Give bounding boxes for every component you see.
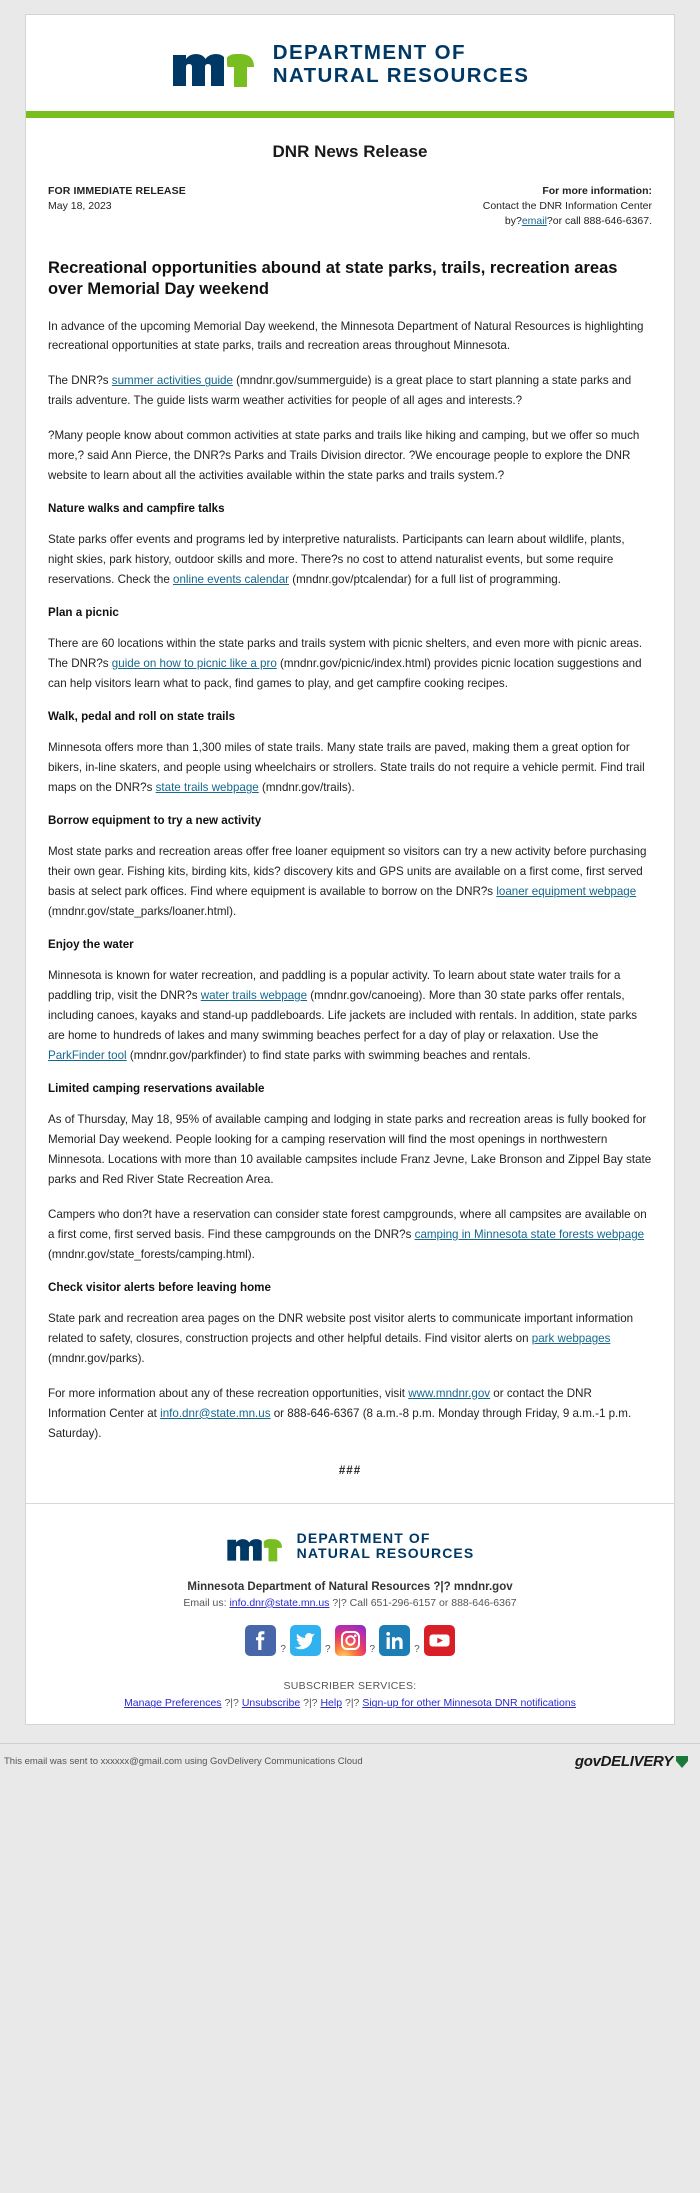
section-heading-borrow-equipment: Borrow equipment to try a new activity bbox=[48, 814, 262, 828]
section-body-borrow-equipment: Most state parks and recreation areas of… bbox=[48, 842, 652, 922]
wordmark-line-2: NATURAL RESOURCES bbox=[272, 64, 530, 87]
mn-dnr-logo-footer bbox=[227, 1538, 282, 1562]
link-separator-1: ?|? bbox=[224, 1697, 239, 1710]
footer-phone-text: ?|? Call 651-296-6157 or 888-646-6367 bbox=[332, 1596, 517, 1609]
state-forests-camping-link[interactable]: camping in Minnesota state forests webpa… bbox=[415, 1228, 644, 1241]
govdelivery-wordmark: govDELIVERY bbox=[574, 1753, 673, 1771]
more-information-label: For more information: bbox=[542, 185, 652, 197]
trails-text-b: (mndnr.gov/trails). bbox=[258, 781, 355, 795]
news-release-card: DEPARTMENT OF NATURAL RESOURCES DNR News… bbox=[25, 14, 675, 1503]
water-text-c: (mndnr.gov/parkfinder) to find state par… bbox=[126, 1049, 531, 1063]
footer-wordmark-line-2: NATURAL RESOURCES bbox=[296, 1545, 475, 1562]
quote-paragraph: ?Many people know about common activitie… bbox=[48, 429, 640, 483]
closing-text-a: For more information about any of these … bbox=[48, 1386, 409, 1400]
linkedin-icon[interactable] bbox=[379, 1624, 411, 1656]
release-date: May 18, 2023 bbox=[48, 200, 112, 213]
manage-preferences-link[interactable]: Manage Preferences bbox=[124, 1697, 221, 1709]
camping-paragraph-1: As of Thursday, May 18, 95% of available… bbox=[48, 1113, 652, 1187]
footer-wordmark: DEPARTMENT OF NATURAL RESOURCES bbox=[296, 1529, 475, 1562]
section-heading-plan-a-picnic: Plan a picnic bbox=[48, 606, 119, 620]
signup-notifications-link[interactable]: Sign-up for other Minnesota DNR notifica… bbox=[362, 1697, 576, 1709]
section-heading-visitor-alerts: Check visitor alerts before leaving home bbox=[48, 1280, 271, 1294]
intro-paragraph-1: In advance of the upcoming Memorial Day … bbox=[48, 319, 644, 353]
closing-paragraph: For more information about any of these … bbox=[48, 1384, 652, 1444]
twitter-icon[interactable] bbox=[289, 1624, 321, 1656]
section-heading-enjoy-the-water: Enjoy the water bbox=[48, 938, 134, 952]
social-separator-1: ? bbox=[280, 1643, 286, 1655]
alerts-text-b: (mndnr.gov/parks). bbox=[48, 1351, 145, 1365]
contact-email-line: by?email?or call 888-646-6367. bbox=[483, 214, 652, 229]
social-separator-2: ? bbox=[324, 1643, 331, 1655]
release-meta-right: For more information: Contact the DNR In… bbox=[483, 184, 652, 230]
social-separator-4: ? bbox=[414, 1643, 420, 1655]
contact-email-link[interactable]: email bbox=[522, 215, 547, 227]
footer-email-label: Email us: bbox=[183, 1596, 227, 1609]
contact-suffix: ?or call 888-646-6367. bbox=[546, 215, 652, 228]
intro-paragraph-2: The DNR?s summer activities guide (mndnr… bbox=[48, 371, 652, 411]
link-separator-2: ?|? bbox=[303, 1697, 318, 1710]
release-meta: FOR IMMEDIATE RELEASE May 18, 2023 For m… bbox=[26, 184, 674, 230]
facebook-icon[interactable] bbox=[245, 1624, 277, 1656]
parkfinder-tool-link[interactable]: ParkFinder tool bbox=[48, 1049, 127, 1062]
end-mark: ### bbox=[338, 1463, 362, 1477]
state-trails-webpage-link[interactable]: state trails webpage bbox=[156, 781, 259, 794]
immediate-release-label: FOR IMMEDIATE RELEASE bbox=[48, 185, 186, 197]
online-events-calendar-link[interactable]: online events calendar bbox=[173, 573, 289, 586]
unsubscribe-link[interactable]: Unsubscribe bbox=[242, 1697, 300, 1709]
sent-to-text: This email was sent to xxxxxx@gmail.com … bbox=[4, 1756, 363, 1768]
release-meta-left: FOR IMMEDIATE RELEASE May 18, 2023 bbox=[48, 184, 186, 214]
intro2-text-a: The DNR?s bbox=[48, 374, 112, 388]
park-webpages-link[interactable]: park webpages bbox=[532, 1332, 611, 1345]
email-page: DEPARTMENT OF NATURAL RESOURCES DNR News… bbox=[0, 14, 700, 1781]
instagram-icon[interactable] bbox=[334, 1624, 366, 1656]
section-heading-nature-walks: Nature walks and campfire talks bbox=[48, 502, 225, 516]
picnic-guide-link[interactable]: guide on how to picnic like a pro bbox=[112, 657, 277, 670]
brand-wordmark: DEPARTMENT OF NATURAL RESOURCES bbox=[272, 41, 530, 88]
footer-wordmark-line-1: DEPARTMENT OF bbox=[296, 1529, 431, 1546]
link-separator-3: ?|? bbox=[344, 1697, 360, 1710]
page-title: DNR News Release bbox=[272, 142, 428, 161]
section-body-state-trails: Minnesota offers more than 1,300 miles o… bbox=[48, 738, 652, 798]
footer-brand-lockup: DEPARTMENT OF NATURAL RESOURCES bbox=[26, 1504, 674, 1579]
social-links: ? ? ? ? bbox=[26, 1611, 674, 1674]
brand-lockup: DEPARTMENT OF NATURAL RESOURCES bbox=[26, 41, 674, 89]
subscriber-services: SUBSCRIBER SERVICES: Manage Preferences … bbox=[26, 1674, 674, 1715]
nature-text-b: (mndnr.gov/ptcalendar) for a full list o… bbox=[289, 573, 561, 587]
summer-activities-guide-link[interactable]: summer activities guide bbox=[112, 374, 233, 387]
footer-org-line: Minnesota Department of Natural Resource… bbox=[187, 1580, 513, 1593]
loaner-equipment-webpage-link[interactable]: loaner equipment webpage bbox=[496, 885, 636, 898]
release-body: Recreational opportunities abound at sta… bbox=[26, 258, 674, 1503]
loaner-text-b: (mndnr.gov/state_parks/loaner.html). bbox=[48, 905, 237, 919]
section-body-nature-walks: State parks offer events and programs le… bbox=[48, 530, 652, 590]
contact-prefix: by? bbox=[504, 215, 522, 228]
help-link[interactable]: Help bbox=[320, 1697, 342, 1709]
info-dnr-email-link[interactable]: info.dnr@state.mn.us bbox=[160, 1407, 270, 1420]
section-body-enjoy-the-water: Minnesota is known for water recreation,… bbox=[48, 966, 652, 1066]
govdelivery-mark-icon bbox=[676, 1755, 688, 1768]
footer-email-link[interactable]: info.dnr@state.mn.us bbox=[229, 1597, 329, 1609]
water-trails-webpage-link[interactable]: water trails webpage bbox=[201, 989, 307, 1002]
subscriber-services-label: SUBSCRIBER SERVICES: bbox=[283, 1679, 417, 1692]
headline: Recreational opportunities abound at sta… bbox=[48, 258, 618, 299]
mn-dnr-logo bbox=[172, 54, 254, 87]
camping-paragraph-2: Campers who don?t have a reservation can… bbox=[48, 1205, 652, 1265]
section-body-visitor-alerts: State park and recreation area pages on … bbox=[48, 1309, 652, 1369]
section-heading-camping-reservations: Limited camping reservations available bbox=[48, 1082, 265, 1096]
mndnr-gov-link[interactable]: www.mndnr.gov bbox=[408, 1387, 490, 1400]
social-separator-3: ? bbox=[369, 1643, 376, 1655]
email-footer: DEPARTMENT OF NATURAL RESOURCES Minnesot… bbox=[25, 1502, 675, 1726]
wordmark-line-1: DEPARTMENT OF bbox=[272, 41, 466, 65]
masthead: DEPARTMENT OF NATURAL RESOURCES bbox=[26, 15, 674, 107]
section-heading-state-trails: Walk, pedal and roll on state trails bbox=[48, 710, 236, 724]
youtube-icon[interactable] bbox=[423, 1624, 455, 1656]
green-divider bbox=[26, 111, 674, 118]
contact-center-line: Contact the DNR Information Center bbox=[482, 200, 652, 213]
section-body-plan-a-picnic: There are 60 locations within the state … bbox=[48, 634, 652, 694]
subscriber-links: Manage Preferences ?|? Unsubscribe ?|? H… bbox=[36, 1694, 664, 1712]
delivery-strip: This email was sent to xxxxxx@gmail.com … bbox=[0, 1743, 700, 1781]
govdelivery-logo: govDELIVERY bbox=[575, 1753, 688, 1770]
camping-text-b: (mndnr.gov/state_forests/camping.html). bbox=[48, 1247, 255, 1261]
footer-email-line: Email us: info.dnr@state.mn.us ?|? Call … bbox=[26, 1597, 674, 1609]
